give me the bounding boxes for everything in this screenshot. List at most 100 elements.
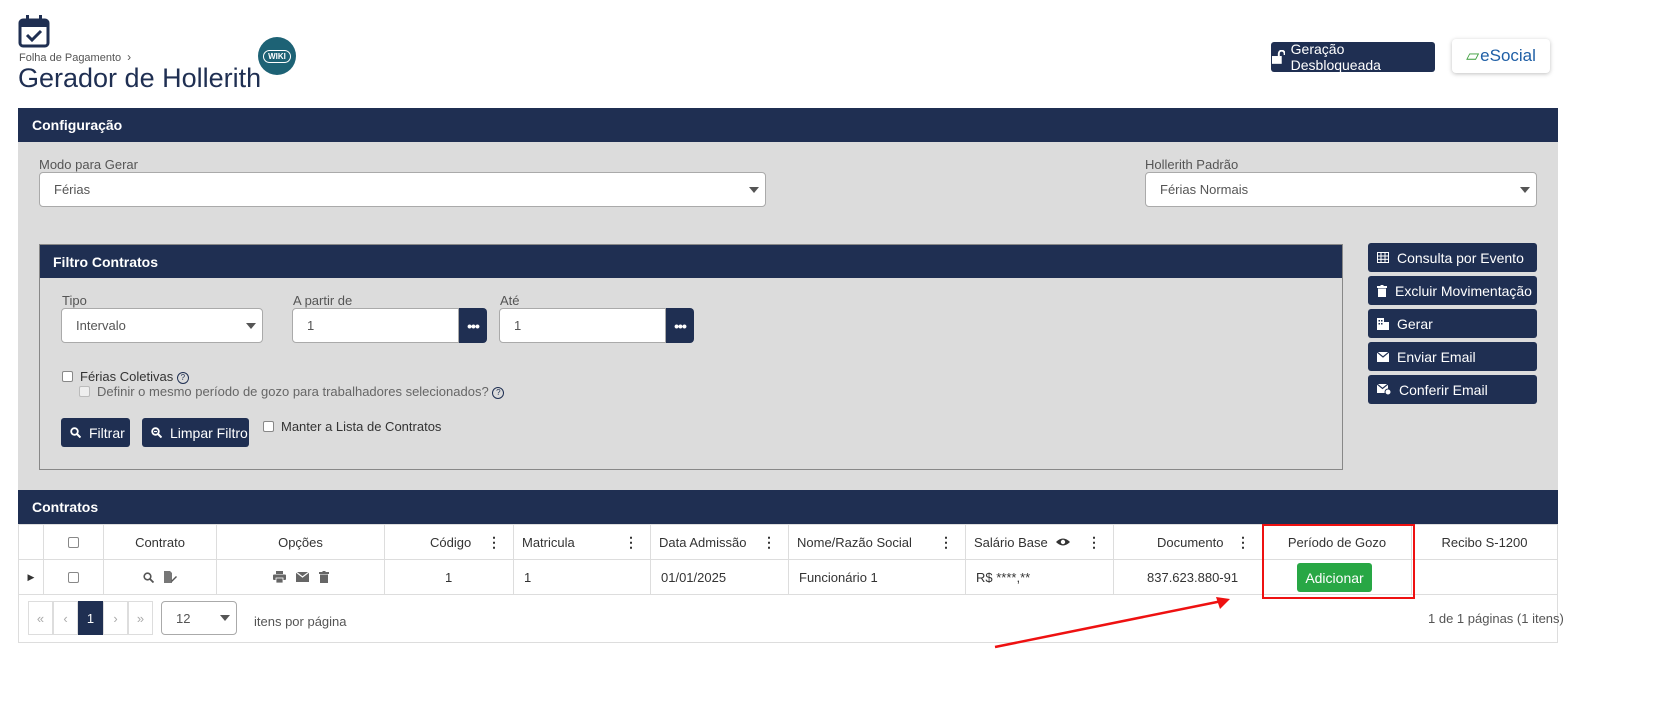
first-page-button[interactable]: « (28, 601, 53, 635)
select-all-cell (44, 525, 104, 560)
collective-vacation-field: Férias Coletivas ? (80, 369, 189, 384)
same-period-label: Definir o mesmo período de gozo para tra… (97, 384, 489, 399)
esocial-logo-icon: ▱ (1466, 46, 1480, 65)
ellipsis-icon: ••• (467, 317, 480, 334)
column-documento[interactable]: Documento ⋮ (1114, 525, 1263, 560)
column-menu-icon[interactable]: ⋮ (624, 535, 638, 549)
page-size-select[interactable]: 12 (161, 601, 237, 635)
column-salario[interactable]: Salário Base ⋮ (966, 525, 1114, 560)
to-input[interactable]: 1 (499, 308, 666, 343)
breadcrumb[interactable]: Folha de Pagamento › (19, 50, 131, 64)
unlock-icon (1271, 50, 1285, 64)
column-admissao[interactable]: Data Admissão ⋮ (651, 525, 789, 560)
ellipsis-icon: ••• (674, 317, 687, 334)
mode-value: Férias (54, 182, 91, 197)
building-icon (1377, 317, 1389, 330)
row-options-cell (217, 560, 385, 595)
eye-icon[interactable] (1055, 537, 1070, 547)
from-lookup-button[interactable]: ••• (459, 308, 487, 343)
mode-label: Modo para Gerar (39, 157, 138, 172)
help-icon[interactable]: ? (492, 386, 505, 399)
generate-label: Gerar (1397, 315, 1433, 332)
red-arrow (994, 597, 1230, 649)
envelope-check-icon (1377, 384, 1391, 395)
hollerith-select[interactable]: Férias Normais (1145, 172, 1537, 207)
delete-movement-label: Excluir Movimentação (1395, 282, 1532, 299)
from-label: A partir de (293, 293, 353, 308)
tipo-label: Tipo (62, 293, 87, 308)
cell-matricula: 1 (514, 560, 651, 595)
consult-by-event-button[interactable]: Consulta por Evento (1368, 243, 1537, 272)
per-page-label: itens por página (254, 614, 347, 629)
column-menu-icon[interactable]: ⋮ (762, 535, 776, 549)
caret-down-icon (246, 323, 256, 329)
row-checkbox[interactable] (68, 571, 79, 583)
column-menu-icon[interactable]: ⋮ (1236, 535, 1250, 549)
send-email-button[interactable]: Enviar Email (1368, 342, 1537, 371)
wiki-label: WIKI (263, 49, 291, 63)
caret-down-icon (749, 187, 759, 193)
next-page-button[interactable]: › (103, 601, 128, 635)
caret-down-icon (220, 615, 230, 621)
prev-page-button[interactable]: ‹ (53, 601, 78, 635)
tipo-select[interactable]: Intervalo (61, 308, 263, 343)
from-value: 1 (307, 318, 315, 333)
to-lookup-button[interactable]: ••• (666, 308, 694, 343)
chevron-right-icon: › (127, 50, 132, 64)
same-period-checkbox[interactable] (79, 386, 90, 397)
collective-vacation-label: Férias Coletivas (80, 369, 174, 384)
add-period-button[interactable]: Adicionar (1297, 563, 1372, 592)
unlocked-generation-label: Geração Desbloqueada (1290, 41, 1381, 73)
clear-filter-button[interactable]: Limpar Filtro (142, 418, 249, 447)
row-select-cell (44, 560, 104, 595)
column-recibo[interactable]: Recibo S-1200 (1412, 525, 1557, 560)
envelope-icon[interactable] (295, 572, 309, 582)
column-salario-label: Salário Base (974, 534, 1048, 550)
keep-list-checkbox[interactable] (263, 421, 274, 432)
caret-down-icon (1520, 187, 1530, 193)
collective-vacation-checkbox[interactable] (62, 371, 73, 382)
column-menu-icon[interactable]: ⋮ (487, 535, 501, 549)
from-input[interactable]: 1 (292, 308, 459, 343)
print-icon[interactable] (272, 571, 286, 583)
help-icon[interactable]: ? (176, 371, 189, 384)
column-nome[interactable]: Nome/Razão Social ⋮ (789, 525, 966, 560)
expand-row-cell: ▶ (19, 560, 44, 595)
caret-right-icon[interactable]: ▶ (28, 572, 35, 583)
to-value: 1 (514, 318, 522, 333)
to-label: Até (500, 293, 520, 308)
trash-icon[interactable] (318, 571, 329, 583)
column-menu-icon[interactable]: ⋮ (1087, 535, 1101, 549)
wiki-button[interactable]: WIKI (258, 37, 296, 75)
clear-filter-label: Limpar Filtro (170, 424, 248, 441)
generate-button[interactable]: Gerar (1368, 309, 1537, 338)
hollerith-label: Hollerith Padrão (1145, 157, 1239, 172)
zoom-out-icon (151, 427, 162, 438)
esocial-label: eSocial (1480, 46, 1536, 65)
config-section-header: Configuração (18, 108, 1558, 142)
page-1-button[interactable]: 1 (78, 601, 103, 635)
unlocked-generation-button[interactable]: Geração Desbloqueada (1271, 41, 1435, 73)
column-codigo-label: Código (430, 534, 472, 550)
envelope-icon (1377, 351, 1389, 362)
delete-movement-button[interactable]: Excluir Movimentação (1368, 276, 1537, 305)
last-page-button[interactable]: » (128, 601, 153, 635)
column-menu-icon[interactable]: ⋮ (939, 535, 953, 549)
column-opcoes[interactable]: Opções (217, 525, 385, 560)
edit-document-icon[interactable] (164, 571, 177, 583)
consult-by-event-label: Consulta por Evento (1397, 249, 1524, 266)
check-email-button[interactable]: Conferir Email (1368, 375, 1537, 404)
same-period-field: Definir o mesmo período de gozo para tra… (97, 384, 505, 399)
cell-codigo: 1 (385, 560, 514, 595)
mode-select[interactable]: Férias (39, 172, 766, 207)
filter-button[interactable]: Filtrar (61, 418, 130, 447)
esocial-button[interactable]: ▱ eSocial (1452, 39, 1550, 73)
page-title: Gerador de Hollerith (18, 63, 262, 93)
search-icon[interactable] (143, 571, 154, 583)
column-contrato[interactable]: Contrato (104, 525, 217, 560)
column-matricula[interactable]: Matricula ⋮ (514, 525, 651, 560)
select-all-checkbox[interactable] (68, 536, 79, 548)
column-codigo[interactable]: Código ⋮ (385, 525, 514, 560)
keep-list-label: Manter a Lista de Contratos (281, 419, 442, 434)
pager-summary: 1 de 1 páginas (1 itens) (1428, 611, 1564, 626)
